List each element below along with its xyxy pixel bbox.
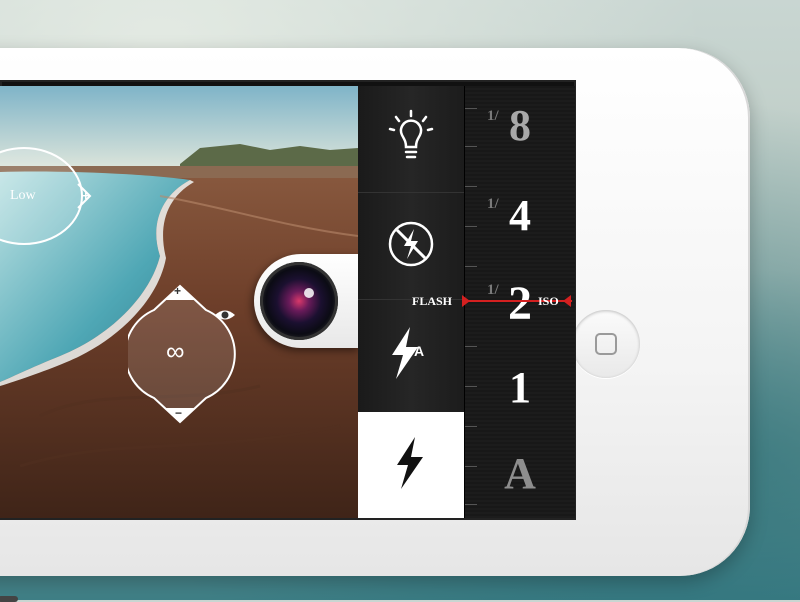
exposure-label: Low xyxy=(10,188,36,203)
exposure-plus-button[interactable]: + xyxy=(82,188,90,203)
mode-flash-on[interactable] xyxy=(358,412,464,518)
iso-tag: ISO xyxy=(538,294,559,308)
mode-flash-auto[interactable]: A xyxy=(358,300,464,406)
iso-value-1[interactable]: 1 xyxy=(465,362,575,413)
focus-infinity-label: ∞ xyxy=(166,336,185,366)
exposure-dial[interactable]: Low + xyxy=(0,144,100,248)
camera-lens-icon xyxy=(260,262,338,340)
focus-dial[interactable]: + ∞ − xyxy=(128,280,238,430)
flash-auto-icon: A xyxy=(386,325,436,381)
flash-on-icon xyxy=(391,435,431,496)
mode-flash-off[interactable] xyxy=(358,193,464,300)
indicator-right-arrow-icon xyxy=(563,295,571,307)
flash-off-icon xyxy=(386,219,436,274)
lens-highlight xyxy=(304,288,314,298)
indicator-left-arrow-icon xyxy=(462,295,470,307)
mode-light[interactable] xyxy=(358,86,464,193)
eye-icon[interactable] xyxy=(214,308,236,322)
focus-minus-button[interactable]: − xyxy=(175,406,182,420)
volume-button xyxy=(0,596,18,602)
home-button[interactable] xyxy=(572,310,640,378)
iso-value-4[interactable]: 4 xyxy=(465,190,575,241)
home-square-icon xyxy=(595,333,617,355)
flash-tag: FLASH xyxy=(412,294,453,308)
focus-plus-button[interactable]: + xyxy=(174,284,181,298)
flash-auto-badge: A xyxy=(414,343,425,359)
iso-value-8[interactable]: 8 xyxy=(465,100,575,151)
shutter-button[interactable] xyxy=(254,254,360,348)
iso-value-auto[interactable]: A xyxy=(465,448,575,499)
lightbulb-icon xyxy=(388,109,434,170)
